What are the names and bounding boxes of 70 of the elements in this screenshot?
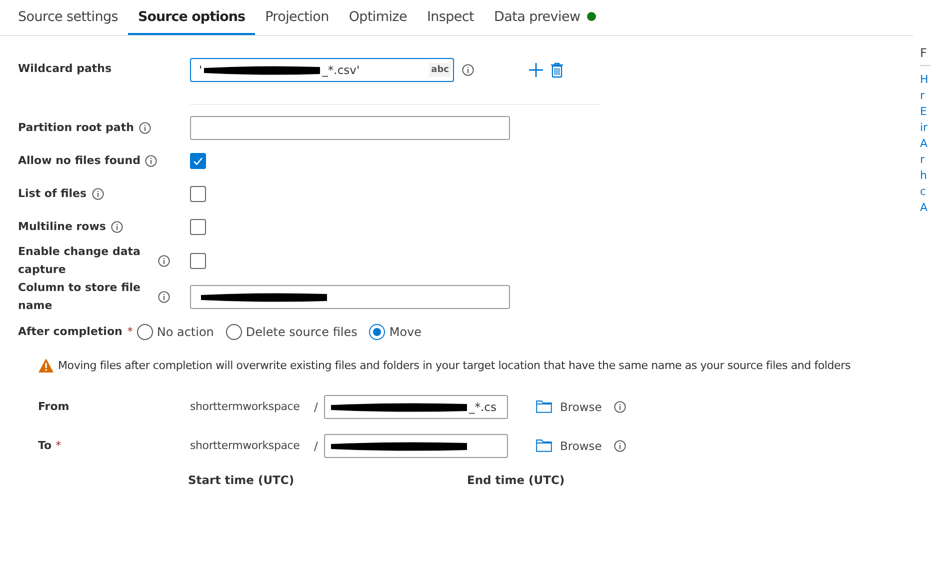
radio-option[interactable]: Delete source files	[226, 324, 358, 340]
tab[interactable]: Projection	[255, 0, 339, 35]
add-icon[interactable]	[528, 62, 544, 78]
required-mark: *	[56, 439, 62, 452]
info-icon[interactable]	[110, 220, 123, 232]
field-label: From	[38, 400, 70, 413]
path-separator: /	[314, 438, 319, 452]
field-value: _*.csv'	[322, 63, 360, 77]
panel-title: F	[920, 45, 928, 61]
expression-badge[interactable]: abc	[429, 63, 451, 77]
path-separator: /	[314, 400, 319, 414]
info-icon[interactable]	[138, 122, 151, 134]
checkbox[interactable]	[190, 186, 206, 202]
tab[interactable]: Source options	[128, 0, 256, 35]
help-text: r	[920, 88, 926, 104]
folder-icon	[536, 439, 552, 452]
delete-icon[interactable]	[550, 62, 564, 78]
radio-button[interactable]	[226, 324, 242, 340]
tab[interactable]: Data preview	[484, 0, 606, 35]
field-label: Partition root path	[18, 120, 134, 136]
path-field[interactable]: _*.cs	[324, 394, 508, 418]
warning-icon	[38, 358, 54, 373]
radio-button[interactable]	[369, 324, 386, 340]
field-value: _*.cs	[469, 400, 496, 414]
required-mark: *	[127, 325, 133, 338]
info-icon[interactable]	[92, 188, 104, 200]
info-icon[interactable]	[145, 154, 158, 166]
radio-option[interactable]: Move	[369, 324, 422, 340]
field-label: List of files	[18, 186, 87, 202]
help-text: H	[920, 72, 930, 88]
field-label: Allow no files found	[18, 152, 140, 168]
help-text: A	[920, 200, 929, 216]
field-label: Wildcard paths	[18, 61, 112, 77]
path-field[interactable]	[324, 434, 508, 458]
tab[interactable]: Optimize	[338, 0, 417, 35]
text-field[interactable]	[190, 116, 510, 140]
info-icon[interactable]	[614, 440, 626, 452]
field-label: Column to store file name	[18, 280, 142, 314]
field-label: To	[38, 439, 52, 452]
tab[interactable]: Inspect	[416, 0, 484, 35]
warning-message: Moving files after completion will overwrite existing files and folders in your target location that have the same name as your source files and folders	[58, 359, 850, 372]
checkbox[interactable]	[190, 253, 206, 269]
time-label: End time (UTC)	[467, 473, 566, 487]
info-icon[interactable]	[614, 400, 626, 412]
radio-option[interactable]: No action	[136, 324, 214, 340]
wildcard-path-field[interactable]: ' _*.csv' abc	[190, 58, 454, 82]
info-icon[interactable]	[158, 255, 170, 267]
help-text: A	[920, 136, 929, 152]
help-text: E	[920, 104, 928, 120]
help-text: r	[920, 152, 926, 168]
checkbox[interactable]	[190, 152, 206, 168]
folder-icon	[536, 400, 552, 413]
browse-button[interactable]: Browse	[536, 438, 602, 452]
container-name: shorttermworkspace	[190, 400, 301, 413]
help-text: ir	[920, 120, 929, 136]
info-icon[interactable]	[158, 291, 170, 303]
browse-button[interactable]: Browse	[536, 400, 602, 414]
checkbox[interactable]	[190, 218, 206, 234]
text-field[interactable]	[190, 285, 510, 309]
time-label: Start time (UTC)	[188, 473, 296, 487]
help-text: h	[920, 168, 928, 184]
field-value: '	[199, 63, 202, 77]
field-label: After completion	[18, 324, 122, 340]
info-icon[interactable]	[462, 64, 474, 76]
container-name: shorttermworkspace	[190, 439, 301, 452]
field-label: Enable change data capture	[18, 244, 142, 278]
radio-button[interactable]	[136, 324, 153, 340]
tab[interactable]: Source settings	[8, 0, 128, 35]
help-text: c	[920, 184, 928, 200]
field-label: Multiline rows	[18, 218, 106, 234]
